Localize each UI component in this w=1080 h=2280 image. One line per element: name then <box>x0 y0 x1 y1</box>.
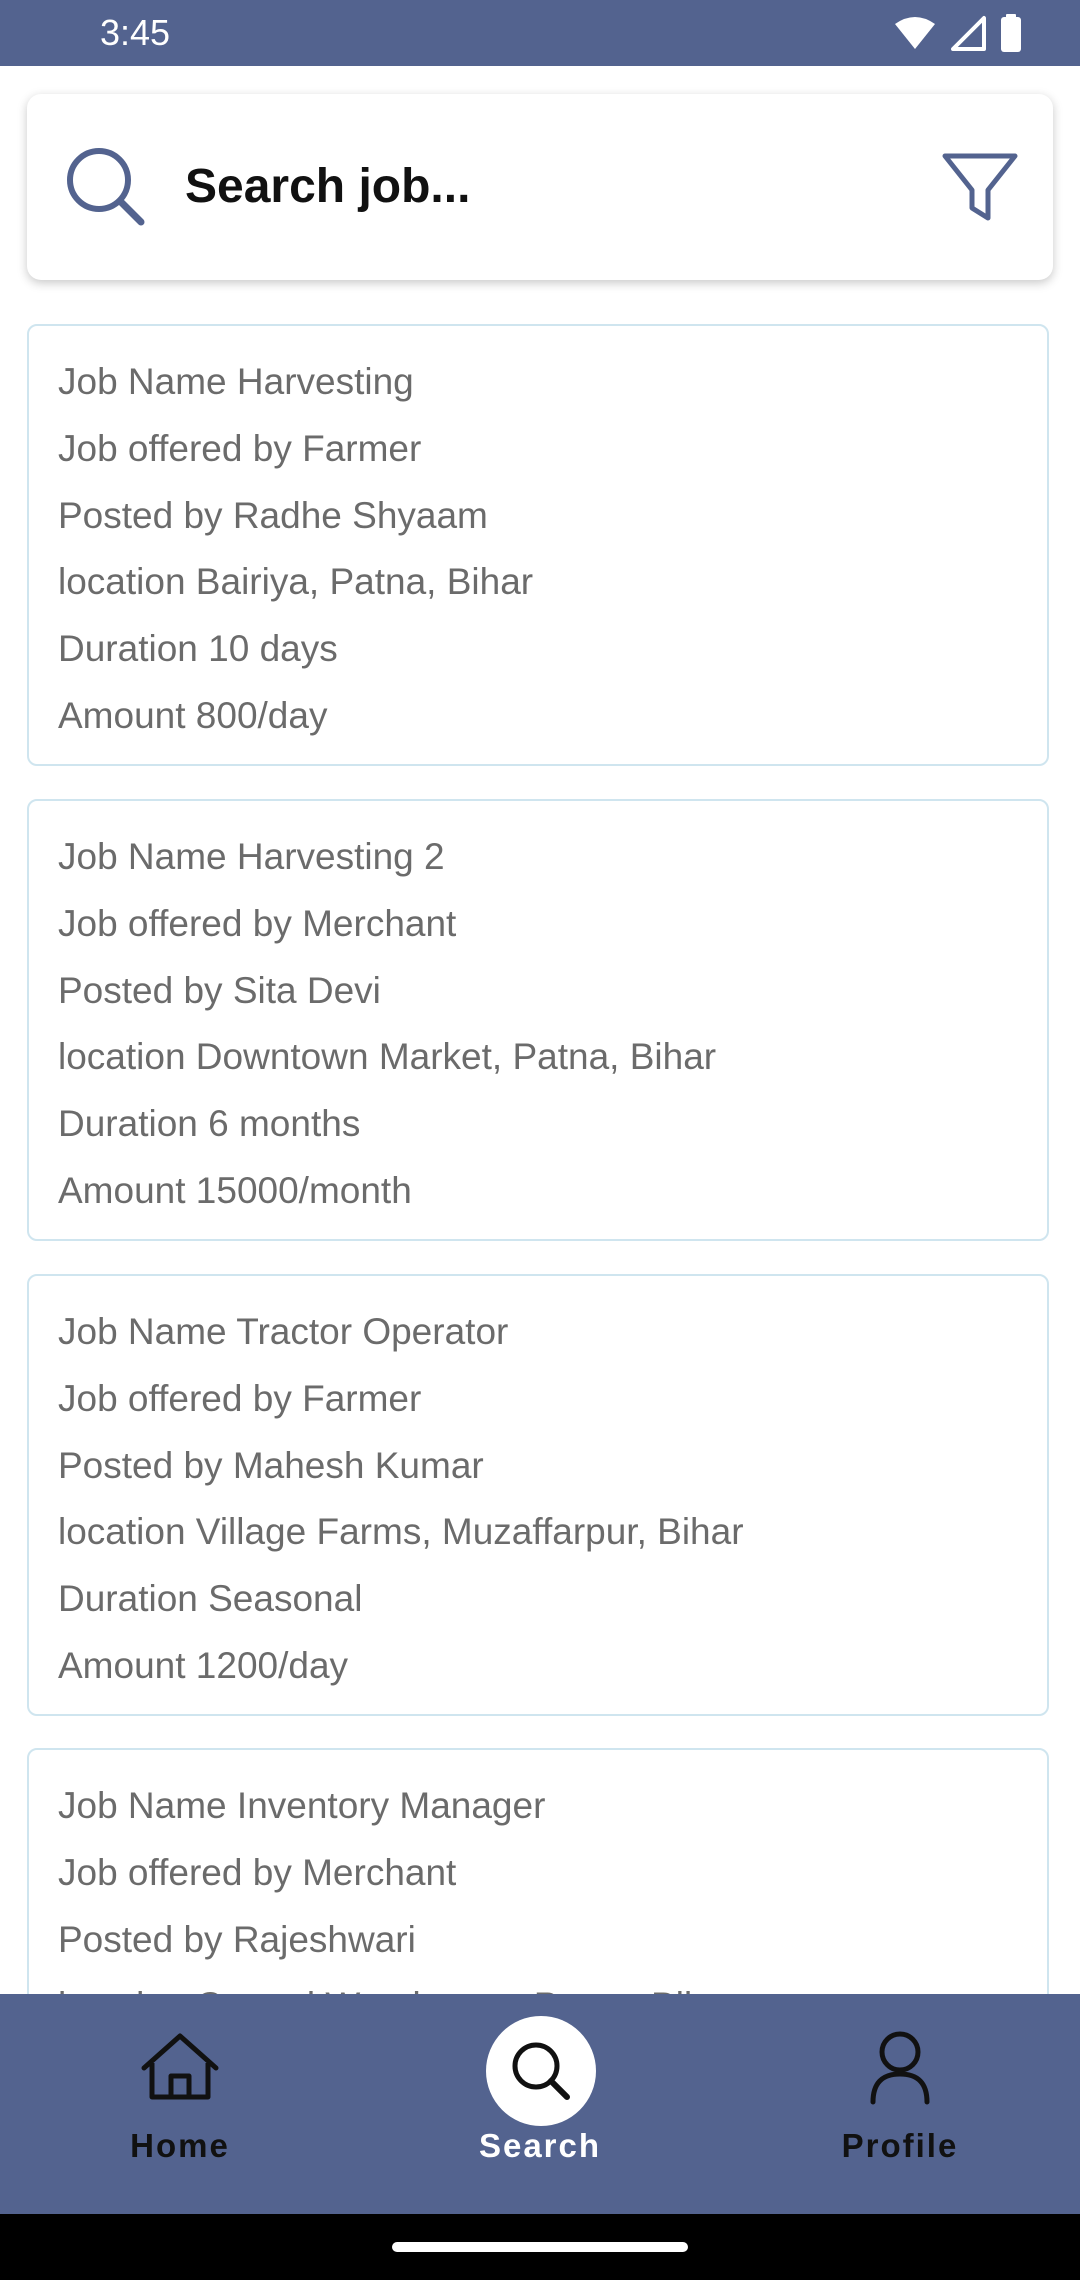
job-posted-by: Posted by Sita Devi <box>58 970 381 1011</box>
job-location: location Village Farms, Muzaffarpur, Bih… <box>58 1511 744 1552</box>
job-location: location Downtown Market, Patna, Bihar <box>58 1036 717 1077</box>
job-posted-by: Posted by Rajeshwari <box>58 1919 416 1960</box>
nav-search-label: Search <box>478 2127 602 2164</box>
status-bar: 3:45 <box>0 0 1080 66</box>
job-card[interactable]: Job Name Harvesting Job offered by Farme… <box>27 324 1049 766</box>
job-card[interactable]: Job Name Inventory Manager Job offered b… <box>27 1748 1049 1994</box>
job-duration: Duration 6 months <box>58 1103 361 1144</box>
job-posted-by: Posted by Radhe Shyaam <box>58 495 488 536</box>
job-location: location Bairiya, Patna, Bihar <box>58 561 534 602</box>
job-name: Job Name Tractor Operator <box>58 1311 509 1352</box>
job-posted-by: Posted by Mahesh Kumar <box>58 1445 484 1486</box>
wifi-icon <box>895 17 935 49</box>
job-duration: Duration Seasonal <box>58 1578 363 1619</box>
job-offered-by: Job offered by Farmer <box>58 428 422 469</box>
nav-profile-label: Profile <box>841 2127 959 2164</box>
job-card[interactable]: Job Name Harvesting 2 Job offered by Mer… <box>27 799 1049 1241</box>
job-duration: Duration 10 days <box>58 628 338 669</box>
nav-profile[interactable]: Profile <box>750 1994 1050 2214</box>
job-offered-by: Job offered by Merchant <box>58 903 457 944</box>
job-amount: Amount 15000/month <box>58 1170 412 1211</box>
nav-search-active-indicator <box>486 2016 596 2126</box>
status-icons <box>894 14 1022 52</box>
search-icon <box>512 2042 570 2100</box>
search-icon <box>67 148 145 226</box>
job-offered-by: Job offered by Merchant <box>58 1852 457 1893</box>
job-name: Job Name Harvesting 2 <box>58 836 445 877</box>
battery-icon <box>1001 14 1021 52</box>
signal-icon <box>951 16 986 51</box>
home-icon <box>141 2033 219 2100</box>
job-amount: Amount 800/day <box>58 695 328 736</box>
job-name: Job Name Inventory Manager <box>58 1785 546 1826</box>
job-offered-by: Job offered by Farmer <box>58 1378 422 1419</box>
nav-home[interactable]: Home <box>30 1994 330 2214</box>
app-screen: 3:45 Job Name Harv <box>0 0 1080 2280</box>
nav-home-label: Home <box>130 2127 230 2164</box>
filter-button[interactable] <box>937 144 1023 230</box>
job-card[interactable]: Job Name Tractor Operator Job offered by… <box>27 1274 1049 1716</box>
nav-search[interactable]: Search <box>390 1994 690 2214</box>
profile-icon <box>870 2031 930 2105</box>
search-input[interactable] <box>185 146 885 226</box>
filter-icon <box>942 153 1018 221</box>
home-gesture-handle[interactable] <box>392 2242 688 2252</box>
bottom-nav: Home Search Profile <box>0 1994 1080 2214</box>
job-location: location Central Warehouse, Patna, Bihar <box>58 1982 737 1994</box>
search-bar <box>27 94 1053 280</box>
job-list: Job Name Harvesting Job offered by Farme… <box>0 322 1080 1994</box>
status-time: 3:45 <box>100 12 171 53</box>
system-gesture-bar <box>0 2214 1080 2280</box>
job-amount: Amount 1200/day <box>58 1645 349 1686</box>
job-name: Job Name Harvesting <box>58 361 414 402</box>
